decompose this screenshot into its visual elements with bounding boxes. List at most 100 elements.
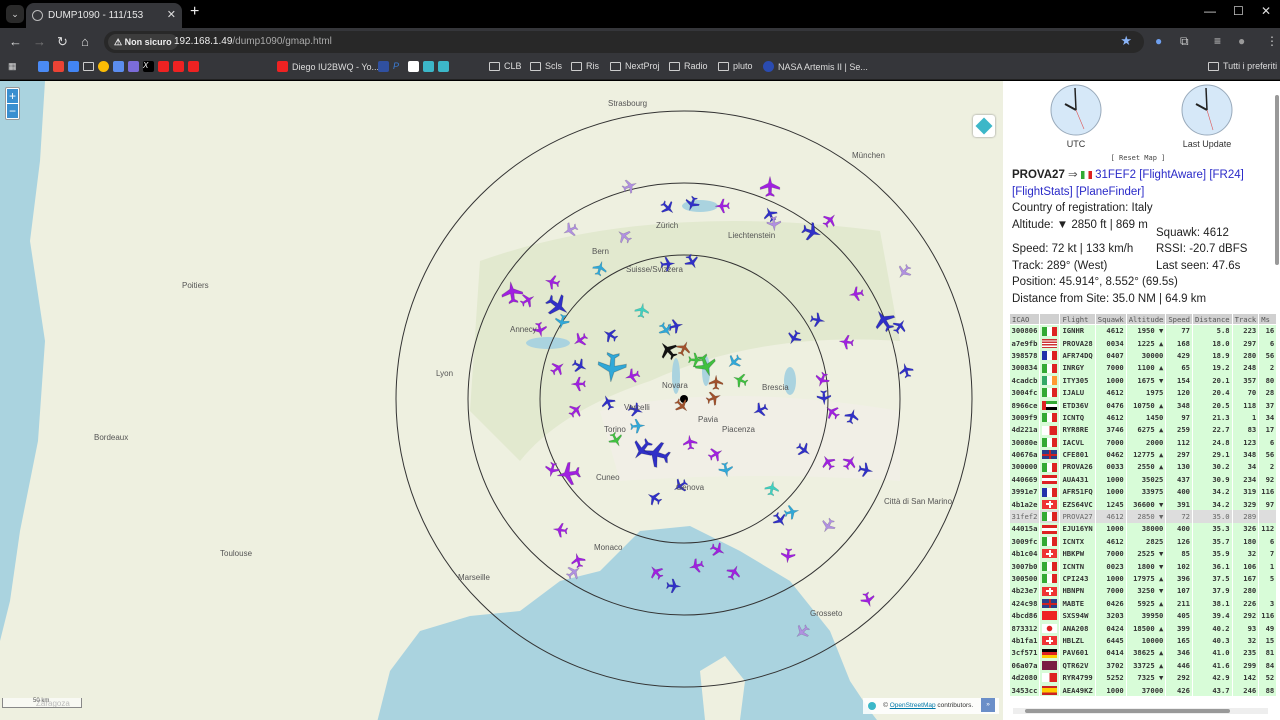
aircraft-icon[interactable] bbox=[552, 522, 569, 538]
scrollbar-thumb[interactable] bbox=[1025, 709, 1230, 713]
table-row[interactable]: 30080e IACVL 7000 2000 112 24.8 123 6 bbox=[1009, 436, 1278, 449]
bookmark-folder-radio[interactable]: Radio bbox=[669, 61, 708, 71]
aircraft-icon[interactable] bbox=[859, 591, 877, 609]
aircraft-icon[interactable] bbox=[569, 551, 586, 569]
bookmark-folder-nextproj[interactable]: NextProj bbox=[610, 61, 660, 71]
aircraft-icon[interactable] bbox=[818, 516, 837, 536]
table-row[interactable]: 4d2080 RYR4799 5252 7325 ▼ 292 42.9 142 52 bbox=[1009, 671, 1278, 684]
table-row[interactable]: 3004fc IJALU 4612 1975 120 20.4 70 28 bbox=[1009, 386, 1278, 399]
column-header[interactable]: Squawk bbox=[1094, 313, 1127, 325]
table-row[interactable]: 4d221a RYR8RE 3746 6275 ▲ 259 22.7 83 17 bbox=[1009, 423, 1278, 437]
reload-button[interactable]: ↻ bbox=[57, 34, 68, 50]
column-header[interactable] bbox=[1039, 313, 1061, 325]
table-row[interactable]: 3991e7 AFR51FQ 1000 33975 400 34.2 319 116 bbox=[1009, 485, 1278, 498]
table-row[interactable]: 3009f9 ICNTQ 4612 1450 97 21.3 1 34 bbox=[1009, 411, 1278, 424]
menu-icon[interactable]: ⋮ bbox=[1266, 34, 1278, 48]
aircraft-icon[interactable] bbox=[897, 361, 914, 379]
aircraft-icon[interactable] bbox=[894, 262, 914, 282]
column-header[interactable]: Altitude bbox=[1125, 313, 1167, 325]
bookmark-folder-scls[interactable]: Scls bbox=[530, 61, 562, 71]
table-row[interactable]: 4b1a2e EZS64VC 1245 36600 ▼ 391 34.2 329 97 bbox=[1009, 497, 1278, 511]
table-row[interactable]: 3453cc AEA49KZ 1000 37000 426 43.7 246 88 bbox=[1009, 683, 1278, 697]
column-header[interactable]: Speed bbox=[1165, 313, 1193, 325]
reset-map-button[interactable]: [ Reset Map ] bbox=[1003, 154, 1273, 162]
fr24-link[interactable]: [FR24] bbox=[1209, 169, 1244, 181]
table-row[interactable]: 31fef2 PROVA27 4612 2850 ▼ 72 35.0 289 bbox=[1009, 510, 1278, 523]
zoom-in-button[interactable]: + bbox=[7, 89, 18, 103]
table-row[interactable]: 300000 PROVA26 0033 2550 ▲ 130 30.2 34 2 bbox=[1009, 460, 1278, 474]
table-row[interactable]: a7e9fb PROVA28 0034 1225 ▲ 168 18.0 297 6 bbox=[1009, 336, 1278, 350]
back-button[interactable]: ← bbox=[9, 34, 22, 49]
bookmark-star-icon[interactable]: ★ bbox=[1120, 33, 1132, 49]
media-control-icon[interactable]: ≡ bbox=[1214, 34, 1221, 48]
aircraft-icon[interactable] bbox=[731, 371, 750, 390]
map-view[interactable]: Strasbourg München Zürich Liechtenstein Bern… bbox=[0, 81, 1003, 720]
aircraft-icon[interactable] bbox=[555, 461, 582, 487]
bookmark-folder-pluto[interactable]: pluto bbox=[718, 61, 753, 71]
aircraft-icon[interactable] bbox=[780, 547, 796, 564]
aircraft-icon[interactable] bbox=[759, 176, 781, 197]
forward-button[interactable]: → bbox=[33, 34, 46, 49]
tab-dump1090[interactable]: DUMP1090 - 111/153 ✕ bbox=[26, 3, 182, 28]
minimize-button[interactable]: — bbox=[1204, 4, 1216, 18]
table-row[interactable]: 3007b0 ICNTN 0023 1800 ▼ 102 36.1 106 1 bbox=[1009, 559, 1278, 573]
bookmark-folder-clb[interactable]: CLB bbox=[489, 61, 522, 71]
bookmark-diego[interactable]: Diego IU2BWQ - Yo... bbox=[277, 61, 379, 72]
table-row[interactable]: 300834 INRGY 7000 1100 ▲ 65 19.2 248 2 bbox=[1009, 361, 1278, 375]
column-header[interactable]: Distance bbox=[1192, 313, 1233, 325]
table-row[interactable]: 4bcd86 SXS94W 3203 39950 405 39.4 292 116 bbox=[1009, 609, 1278, 622]
bookmark-nasa[interactable]: NASA Artemis II | Se... bbox=[763, 61, 868, 72]
all-bookmarks-folder[interactable]: Tutti i preferiti bbox=[1208, 61, 1277, 71]
aircraft-icon[interactable] bbox=[813, 370, 831, 389]
home-button[interactable]: ⌂ bbox=[81, 34, 89, 49]
extensions-icon[interactable]: ⧉ bbox=[1180, 34, 1189, 49]
zoom-out-button[interactable]: − bbox=[7, 104, 18, 118]
avatar[interactable]: ● bbox=[1238, 34, 1245, 48]
new-tab-button[interactable]: + bbox=[190, 3, 199, 21]
table-row[interactable]: 3cf571 PAV601 0414 38625 ▲ 346 41.0 235 81 bbox=[1009, 646, 1278, 660]
column-header[interactable]: ICAO bbox=[1008, 313, 1041, 325]
aircraft-icon[interactable] bbox=[761, 205, 780, 224]
column-header[interactable]: Ms bbox=[1258, 313, 1278, 325]
maximize-button[interactable]: ☐ bbox=[1233, 4, 1244, 18]
table-row[interactable]: 4b1fa1 HBLZL 6445 10000 165 40.3 32 15 bbox=[1009, 634, 1278, 647]
aircraft-icon[interactable] bbox=[724, 352, 744, 372]
vertical-scrollbar[interactable] bbox=[1275, 95, 1279, 265]
table-row[interactable]: 440669 AUA431 1000 35025 437 30.9 234 92 bbox=[1009, 473, 1278, 486]
layer-switcher-button[interactable] bbox=[973, 115, 995, 137]
osm-link[interactable]: OpenStreetMap bbox=[890, 702, 936, 709]
table-row[interactable]: 4b1c04 HBKPW 7000 2525 ▼ 85 35.9 32 7 bbox=[1009, 547, 1278, 560]
table-row[interactable]: 06a07a QTR62V 3702 33725 ▲ 446 41.6 299 84 bbox=[1009, 659, 1278, 672]
table-row[interactable]: 8966ce ETD36V 0476 10750 ▲ 348 20.5 118 37 bbox=[1009, 398, 1278, 412]
flightaware-link[interactable]: [FlightAware] bbox=[1139, 169, 1206, 181]
aircraft-icon[interactable] bbox=[783, 504, 800, 521]
table-row[interactable]: 873312 ANA208 0424 18500 ▲ 399 40.2 93 49 bbox=[1009, 621, 1278, 635]
aircraft-icon[interactable] bbox=[708, 374, 724, 390]
planefinder-link[interactable]: [PlaneFinder] bbox=[1076, 186, 1144, 198]
table-row[interactable]: 3009fc ICNTX 4612 2825 126 35.7 180 6 bbox=[1009, 535, 1278, 548]
bookmark-folder-ris[interactable]: Ris bbox=[571, 61, 599, 71]
table-row[interactable]: 398578 AFR74DQ 0407 30000 429 18.9 280 56 bbox=[1009, 349, 1278, 362]
column-header[interactable]: Track bbox=[1231, 313, 1260, 325]
aircraft-icon[interactable] bbox=[644, 488, 664, 508]
table-row[interactable]: 4cadcb ITY305 1000 1675 ▼ 154 20.1 357 80 bbox=[1009, 374, 1278, 387]
table-row[interactable]: 424c98 MABTE 0426 5925 ▲ 211 38.1 226 3 bbox=[1009, 597, 1278, 610]
aircraft-icon[interactable] bbox=[764, 480, 780, 497]
address-bar[interactable]: ⚠ Non sicuro 192.168.1.49/dump1090/gmap.… bbox=[104, 31, 1144, 53]
table-row[interactable]: 40676a CFE801 0462 12775 ▲ 297 29.1 348 56 bbox=[1009, 448, 1278, 461]
bookmark-icons-2[interactable]: P bbox=[378, 61, 449, 72]
horizontal-scrollbar[interactable] bbox=[1013, 708, 1268, 714]
close-tab-icon[interactable]: ✕ bbox=[167, 3, 176, 28]
flightstats-link[interactable]: [FlightStats] bbox=[1012, 186, 1073, 198]
column-header[interactable]: Flight bbox=[1059, 313, 1096, 325]
bookmark-icons[interactable]: X bbox=[38, 61, 199, 72]
apps-icon[interactable]: ▦ bbox=[8, 61, 17, 72]
aircraft-icon[interactable] bbox=[714, 198, 730, 214]
security-chip[interactable]: ⚠ Non sicuro bbox=[108, 34, 178, 50]
url-text[interactable]: 192.168.1.49/dump1090/gmap.html bbox=[174, 31, 332, 53]
aircraft-icon[interactable] bbox=[620, 177, 639, 196]
table-row[interactable]: 4b23e7 HBNPN 7000 3250 ▼ 107 37.9 280 bbox=[1009, 584, 1278, 598]
table-row[interactable]: 300806 IGNHR 4612 1950 ▼ 77 5.8 223 16 bbox=[1009, 324, 1278, 337]
tab-search-button[interactable]: ⌄ bbox=[6, 5, 24, 23]
profile-extension-icon[interactable]: ● bbox=[1155, 34, 1162, 48]
